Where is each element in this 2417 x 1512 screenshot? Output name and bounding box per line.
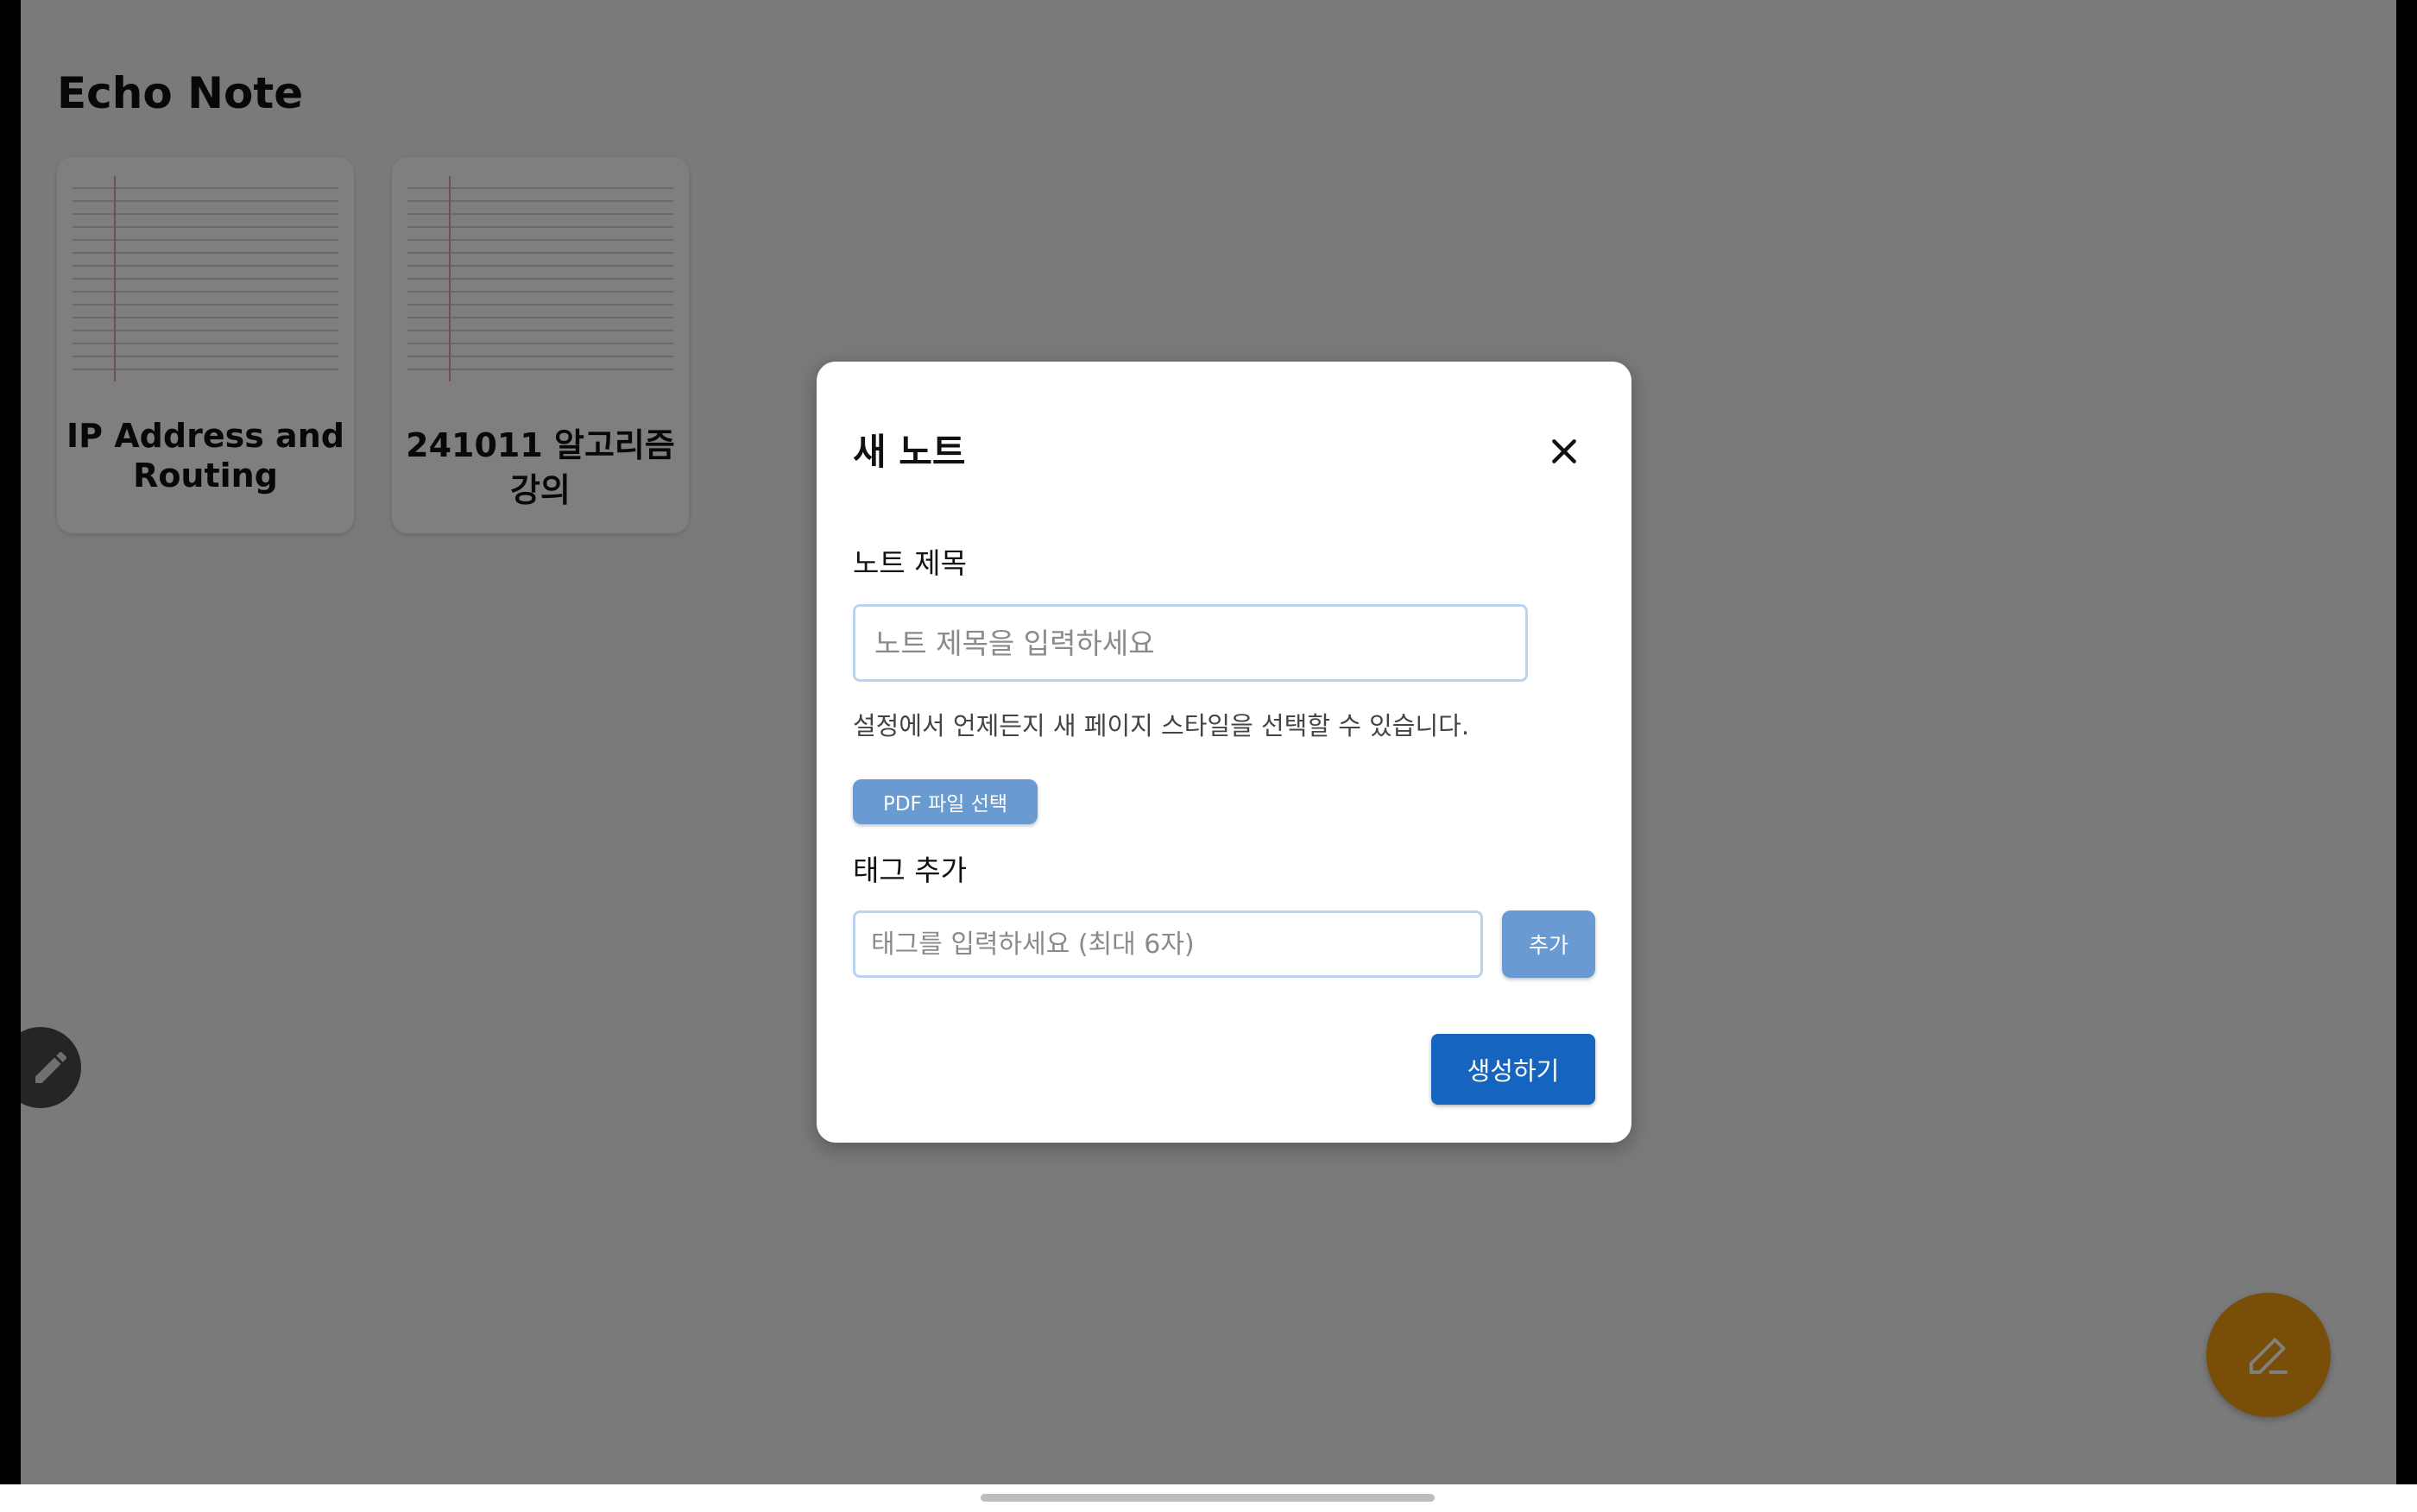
page-style-hint: 설정에서 언제든지 새 페이지 스타일을 선택할 수 있습니다. <box>853 711 1470 740</box>
new-note-dialog: 새 노트 노트 제목 설정에서 언제든지 새 페이지 스타일을 선택할 수 있습… <box>817 362 1631 1143</box>
note-title-input[interactable] <box>853 604 1528 682</box>
note-title-label: 노트 제목 <box>853 546 967 580</box>
close-icon <box>1552 439 1576 463</box>
add-tag-button[interactable]: 추가 <box>1502 910 1595 978</box>
select-pdf-button[interactable]: PDF 파일 선택 <box>853 779 1038 824</box>
dialog-title: 새 노트 <box>853 431 966 473</box>
tag-input[interactable] <box>853 910 1483 978</box>
tag-label: 태그 추가 <box>853 854 967 887</box>
create-button[interactable]: 생성하기 <box>1431 1034 1595 1105</box>
close-button[interactable] <box>1540 427 1588 476</box>
home-indicator[interactable] <box>981 1494 1435 1502</box>
